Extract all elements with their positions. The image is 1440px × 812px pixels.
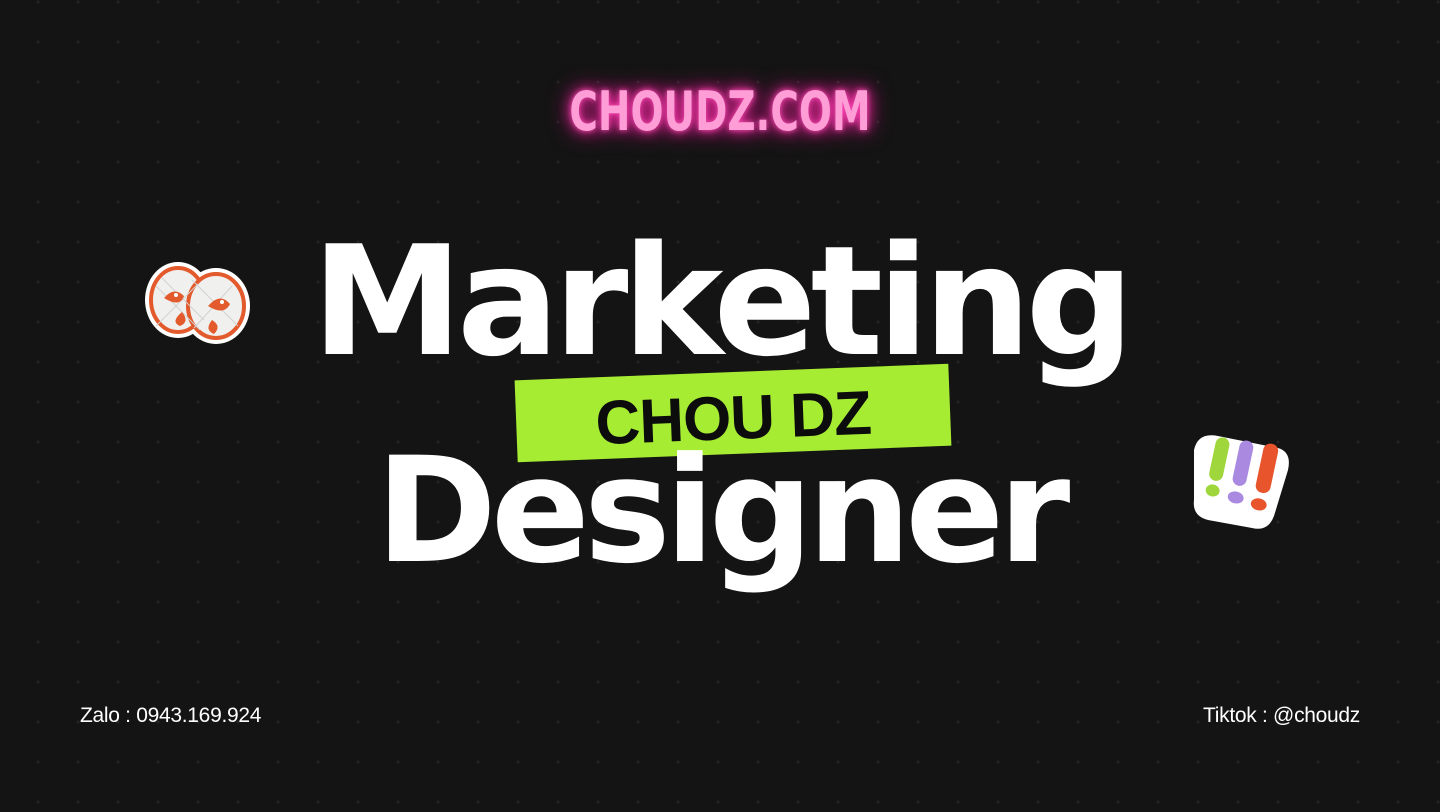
headline-line-1: Marketing — [311, 213, 1135, 390]
footer-tiktok-handle: Tiktok : @choudz — [1203, 704, 1360, 727]
footer-zalo-contact: Zalo : 0943.169.924 — [80, 704, 262, 727]
exclamation-marks-sticker-icon — [1188, 430, 1292, 534]
brand-neon-title: CHOUDZ.COM — [569, 80, 871, 143]
